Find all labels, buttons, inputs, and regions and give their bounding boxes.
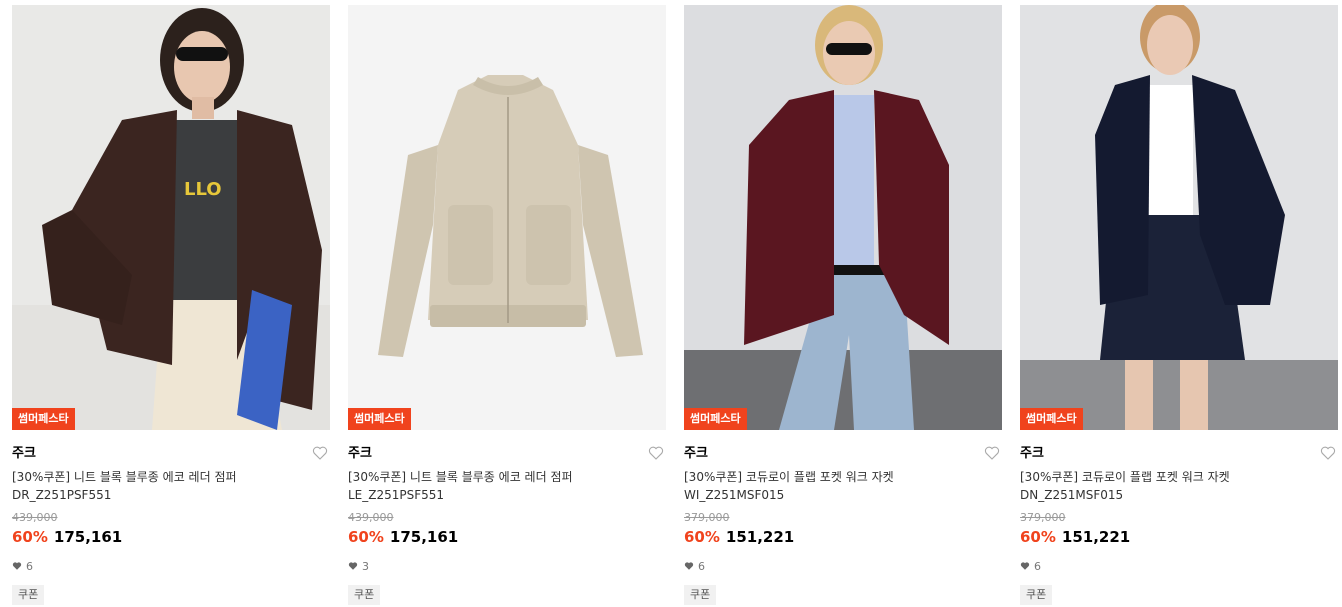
product-name[interactable]: [30%쿠폰] 니트 블록 블루종 에코 레더 점퍼 [348,469,666,485]
like-count-value: 6 [1034,559,1041,573]
coupon-tag: 쿠폰 [1020,585,1053,605]
product-photo-beige-leather-jacket [348,5,666,430]
discount-rate: 60% [12,528,48,546]
heart-filled-icon [348,561,358,571]
wishlist-heart-icon[interactable] [1320,445,1336,461]
product-code[interactable]: DR_Z251PSF551 [12,487,330,503]
product-image[interactable]: 썸머페스타 [1020,5,1338,430]
like-count-value: 6 [26,559,33,573]
like-count: 3 [348,559,666,573]
svg-text:LLO: LLO [184,179,222,200]
promo-badge: 썸머페스타 [684,408,747,430]
promo-badge: 썸머페스타 [348,408,411,430]
product-card[interactable]: 썸머페스타 주크 [30%쿠폰] 코듀로이 플랩 포켓 워크 자켓 WI_Z25… [684,5,1002,605]
like-count: 6 [1020,559,1338,573]
promo-badge: 썸머페스타 [12,408,75,430]
like-count: 6 [12,559,330,573]
heart-filled-icon [684,561,694,571]
original-price: 439,000 [12,511,58,524]
sale-price: 151,221 [725,528,795,546]
original-price: 439,000 [348,511,394,524]
price-row: 60% 151,221 [684,527,1002,547]
like-count-value: 6 [698,559,705,573]
brand-name[interactable]: 주크 [1020,445,1338,463]
discount-rate: 60% [1020,528,1056,546]
product-name[interactable]: [30%쿠폰] 코듀로이 플랩 포켓 워크 자켓 [1020,469,1338,485]
product-code[interactable]: DN_Z251MSF015 [1020,487,1338,503]
like-count-value: 3 [362,559,369,573]
original-price: 379,000 [1020,511,1066,524]
coupon-tag: 쿠폰 [348,585,381,605]
sale-price: 175,161 [53,528,123,546]
product-code[interactable]: LE_Z251PSF551 [348,487,666,503]
brand-name[interactable]: 주크 [348,445,666,463]
product-card[interactable]: 썸머페스타 주크 [30%쿠폰] 니트 블록 블루종 에코 레더 점퍼 LE_Z… [348,5,666,605]
wishlist-heart-icon[interactable] [648,445,664,461]
coupon-tag: 쿠폰 [12,585,45,605]
product-card[interactable]: LLO 썸머페스타 주크 [30%쿠폰] 니트 블록 블루종 에코 레더 점퍼 … [12,5,330,605]
sale-price: 151,221 [1061,528,1131,546]
product-photo-navy-corduroy-jacket [1020,5,1338,430]
product-grid: LLO 썸머페스타 주크 [30%쿠폰] 니트 블록 블루종 에코 레더 점퍼 … [0,0,1342,607]
discount-rate: 60% [348,528,384,546]
original-price: 379,000 [684,511,730,524]
wishlist-heart-icon[interactable] [984,445,1000,461]
price-row: 60% 175,161 [348,527,666,547]
heart-filled-icon [1020,561,1030,571]
wishlist-heart-icon[interactable] [312,445,328,461]
price-row: 60% 175,161 [12,527,330,547]
like-count: 6 [684,559,1002,573]
promo-badge: 썸머페스타 [1020,408,1083,430]
product-card[interactable]: 썸머페스타 주크 [30%쿠폰] 코듀로이 플랩 포켓 워크 자켓 DN_Z25… [1020,5,1338,605]
product-image[interactable]: LLO 썸머페스타 [12,5,330,430]
brand-name[interactable]: 주크 [12,445,330,463]
brand-name[interactable]: 주크 [684,445,1002,463]
price-row: 60% 151,221 [1020,527,1338,547]
heart-filled-icon [12,561,22,571]
product-name[interactable]: [30%쿠폰] 코듀로이 플랩 포켓 워크 자켓 [684,469,1002,485]
sale-price: 175,161 [389,528,459,546]
product-image[interactable]: 썸머페스타 [348,5,666,430]
product-photo-burgundy-corduroy-jacket [684,5,1002,430]
discount-rate: 60% [684,528,720,546]
coupon-tag: 쿠폰 [684,585,717,605]
product-code[interactable]: WI_Z251MSF015 [684,487,1002,503]
product-photo-model-brown-leather: LLO [12,5,330,430]
product-name[interactable]: [30%쿠폰] 니트 블록 블루종 에코 레더 점퍼 [12,469,330,485]
product-image[interactable]: 썸머페스타 [684,5,1002,430]
